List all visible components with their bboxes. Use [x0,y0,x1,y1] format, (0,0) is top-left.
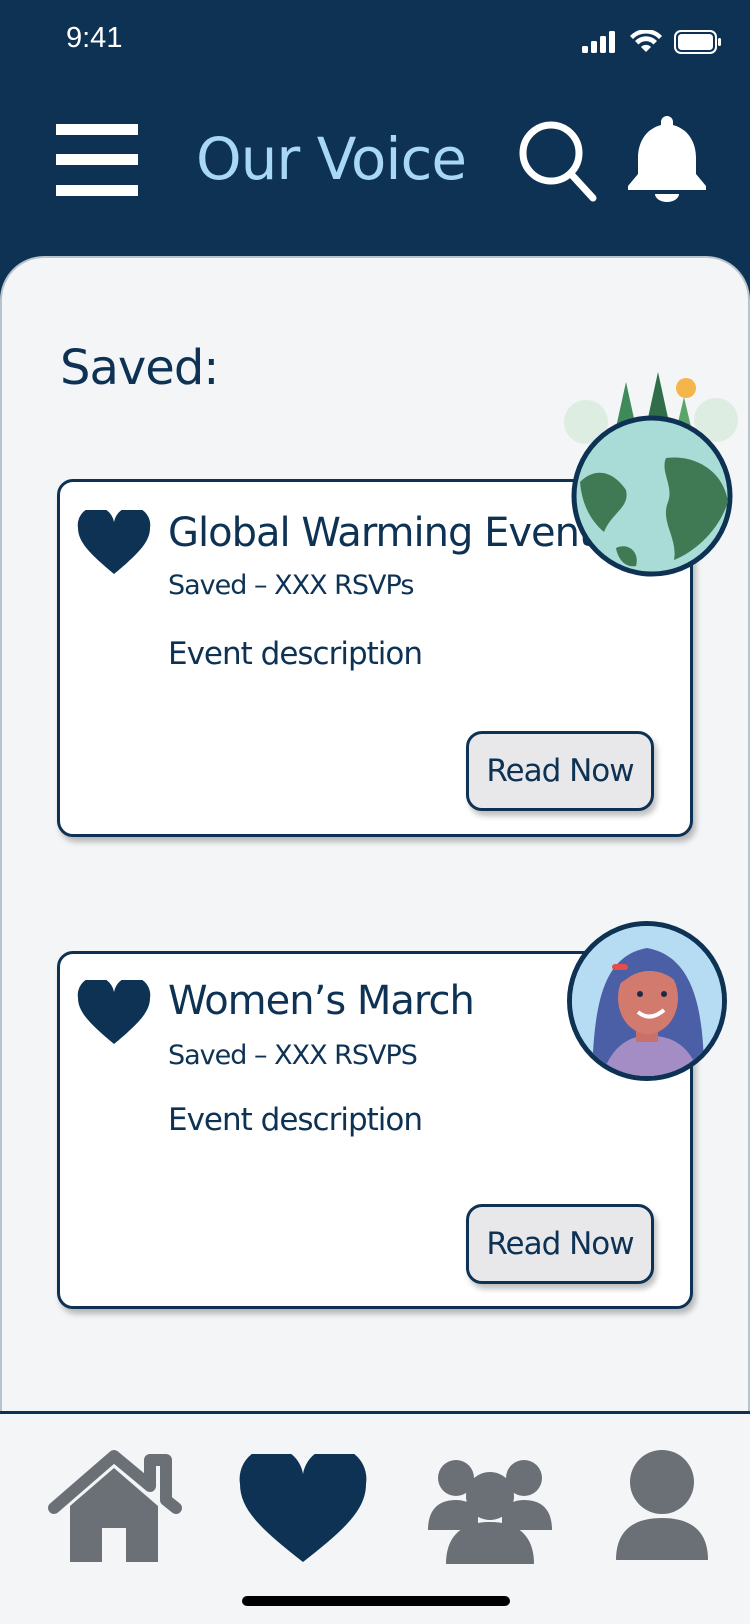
app-title: Our Voice [196,125,467,193]
bell-icon[interactable] [626,114,708,202]
card-description: Event description [168,1102,423,1138]
read-now-button[interactable]: Read Now [466,731,654,811]
bottom-nav [0,1411,750,1624]
read-now-button[interactable]: Read Now [466,1204,654,1284]
status-icons [582,30,722,54]
heart-icon[interactable] [76,510,152,576]
status-time: 9:41 [66,22,123,54]
heart-icon[interactable] [76,980,152,1046]
avatar [567,921,727,1081]
earth-forest-illustration [564,372,738,577]
home-indicator[interactable] [242,1596,510,1606]
heart-icon[interactable] [238,1454,368,1564]
home-icon[interactable] [44,1450,184,1564]
group-icon[interactable] [428,1452,552,1564]
hamburger-menu-icon[interactable] [56,124,138,196]
battery-icon [674,30,721,54]
card-title: Global Warming Event [168,510,595,556]
search-icon[interactable] [518,120,598,202]
profile-icon[interactable] [614,1448,710,1562]
woman-portrait-illustration [572,926,722,1076]
card-meta: Saved – XXX RSVPs [168,570,414,601]
section-title: Saved: [60,340,219,396]
signal-icon [582,31,615,53]
card-description: Event description [168,636,423,672]
card-meta: Saved – XXX RSVPS [168,1040,418,1071]
card-title: Women’s March [168,978,475,1024]
wifi-icon [630,30,662,52]
